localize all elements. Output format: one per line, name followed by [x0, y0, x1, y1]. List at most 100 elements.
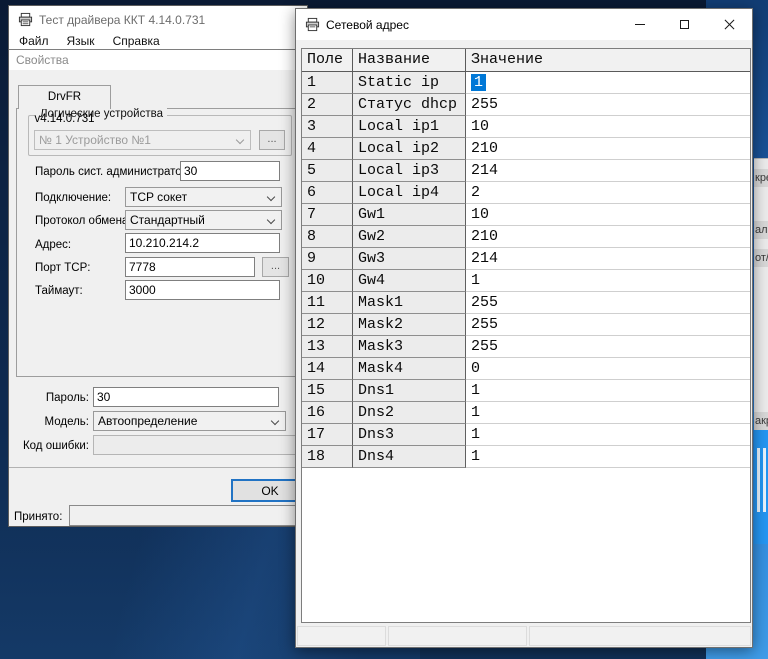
cell-name[interactable]: Dns4 [353, 446, 466, 468]
cell-value[interactable]: 0 [466, 358, 750, 380]
table-row[interactable]: 8 Gw2 210 [302, 226, 750, 248]
device-combo[interactable]: № 1 Устройство №1 [34, 130, 251, 150]
tab-drvfr[interactable]: DrvFR v4.14.0.731 [18, 85, 111, 109]
tcp-port-browse-button[interactable]: ... [262, 257, 289, 277]
cell-value[interactable]: 1 [466, 72, 750, 94]
protocol-combo[interactable]: Стандартный [125, 210, 282, 230]
cell-field[interactable]: 6 [302, 182, 353, 204]
table-row[interactable]: 17 Dns3 1 [302, 424, 750, 446]
table-row[interactable]: 5 Local ip3 214 [302, 160, 750, 182]
table-row[interactable]: 15 Dns1 1 [302, 380, 750, 402]
cell-value[interactable]: 1 [466, 402, 750, 424]
connection-combo[interactable]: TCP сокет [125, 187, 282, 207]
cell-field[interactable]: 5 [302, 160, 353, 182]
cell-field[interactable]: 14 [302, 358, 353, 380]
table-row[interactable]: 4 Local ip2 210 [302, 138, 750, 160]
cell-name[interactable]: Mask4 [353, 358, 466, 380]
cell-name[interactable]: Gw2 [353, 226, 466, 248]
accepted-field [69, 505, 311, 526]
cell-name[interactable]: Local ip2 [353, 138, 466, 160]
table-row[interactable]: 18 Dns4 1 [302, 446, 750, 468]
cell-field[interactable]: 17 [302, 424, 353, 446]
cell-name[interactable]: Dns3 [353, 424, 466, 446]
cell-name[interactable]: Mask1 [353, 292, 466, 314]
cell-name[interactable]: Dns2 [353, 402, 466, 424]
cell-field[interactable]: 3 [302, 116, 353, 138]
cell-field[interactable]: 9 [302, 248, 353, 270]
table-header: Поле Название Значение [302, 49, 750, 72]
background-fragment: от/ [754, 249, 768, 267]
cell-name[interactable]: Local ip1 [353, 116, 466, 138]
device-browse-button[interactable]: ... [259, 130, 285, 150]
cell-field[interactable]: 11 [302, 292, 353, 314]
cell-field[interactable]: 10 [302, 270, 353, 292]
table-row[interactable]: 14 Mask4 0 [302, 358, 750, 380]
table-row[interactable]: 9 Gw3 214 [302, 248, 750, 270]
table-row[interactable]: 10 Gw4 1 [302, 270, 750, 292]
table-row[interactable]: 3 Local ip1 10 [302, 116, 750, 138]
minimize-button[interactable] [617, 9, 662, 40]
cell-field[interactable]: 18 [302, 446, 353, 468]
cell-value[interactable]: 255 [466, 292, 750, 314]
cell-name[interactable]: Mask2 [353, 314, 466, 336]
cell-name[interactable]: Mask3 [353, 336, 466, 358]
cell-value[interactable]: 2 [466, 182, 750, 204]
cell-value[interactable]: 1 [466, 446, 750, 468]
table-row[interactable]: 16 Dns2 1 [302, 402, 750, 424]
address-input[interactable] [125, 233, 280, 253]
net-titlebar: Сетевой адрес [296, 9, 752, 40]
column-header-name: Название [353, 49, 466, 72]
cell-value[interactable]: 255 [466, 336, 750, 358]
table-row[interactable]: 12 Mask2 255 [302, 314, 750, 336]
table-row[interactable]: 1 Static ip 1 [302, 72, 750, 94]
cell-name[interactable]: Gw4 [353, 270, 466, 292]
cell-field[interactable]: 8 [302, 226, 353, 248]
cell-value[interactable]: 214 [466, 160, 750, 182]
table-row[interactable]: 7 Gw1 10 [302, 204, 750, 226]
cell-value[interactable]: 1 [466, 424, 750, 446]
cell-value[interactable]: 210 [466, 138, 750, 160]
cell-field[interactable]: 12 [302, 314, 353, 336]
cell-name[interactable]: Local ip3 [353, 160, 466, 182]
cell-name[interactable]: Local ip4 [353, 182, 466, 204]
cell-name[interactable]: Gw3 [353, 248, 466, 270]
cell-name[interactable]: Static ip [353, 72, 466, 94]
cell-field[interactable]: 15 [302, 380, 353, 402]
password-input[interactable] [93, 387, 279, 407]
menu-language[interactable]: Язык [59, 33, 103, 50]
cell-field[interactable]: 16 [302, 402, 353, 424]
cell-field[interactable]: 4 [302, 138, 353, 160]
network-table: Поле Название Значение 1 Static ip 1 2 С… [301, 48, 751, 623]
cell-value[interactable]: 1 [466, 380, 750, 402]
cell-field[interactable]: 7 [302, 204, 353, 226]
table-row[interactable]: 2 Статус dhcp 255 [302, 94, 750, 116]
maximize-button[interactable] [662, 9, 707, 40]
menu-help[interactable]: Справка [105, 33, 168, 50]
cell-name[interactable]: Gw1 [353, 204, 466, 226]
cell-value[interactable]: 1 [466, 270, 750, 292]
cell-value[interactable]: 10 [466, 116, 750, 138]
cell-value[interactable]: 214 [466, 248, 750, 270]
table-row[interactable]: 13 Mask3 255 [302, 336, 750, 358]
cell-field[interactable]: 1 [302, 72, 353, 94]
table-row[interactable]: 11 Mask1 255 [302, 292, 750, 314]
error-code-input[interactable] [93, 435, 315, 455]
cell-name[interactable]: Статус dhcp [353, 94, 466, 116]
status-panel [529, 626, 751, 646]
admin-password-input[interactable] [180, 161, 280, 181]
cell-value[interactable]: 255 [466, 94, 750, 116]
close-button[interactable] [707, 9, 752, 40]
cell-value[interactable]: 10 [466, 204, 750, 226]
cell-field[interactable]: 2 [302, 94, 353, 116]
tcp-port-input[interactable] [125, 257, 255, 277]
net-status-bar [296, 623, 752, 647]
cell-value[interactable]: 210 [466, 226, 750, 248]
table-row[interactable]: 6 Local ip4 2 [302, 182, 750, 204]
cell-name[interactable]: Dns1 [353, 380, 466, 402]
model-combo[interactable]: Автоопределение [93, 411, 286, 431]
menu-file[interactable]: Файл [11, 33, 57, 50]
cell-value[interactable]: 255 [466, 314, 750, 336]
cell-field[interactable]: 13 [302, 336, 353, 358]
timeout-input[interactable] [125, 280, 280, 300]
chevron-down-icon [268, 217, 275, 224]
